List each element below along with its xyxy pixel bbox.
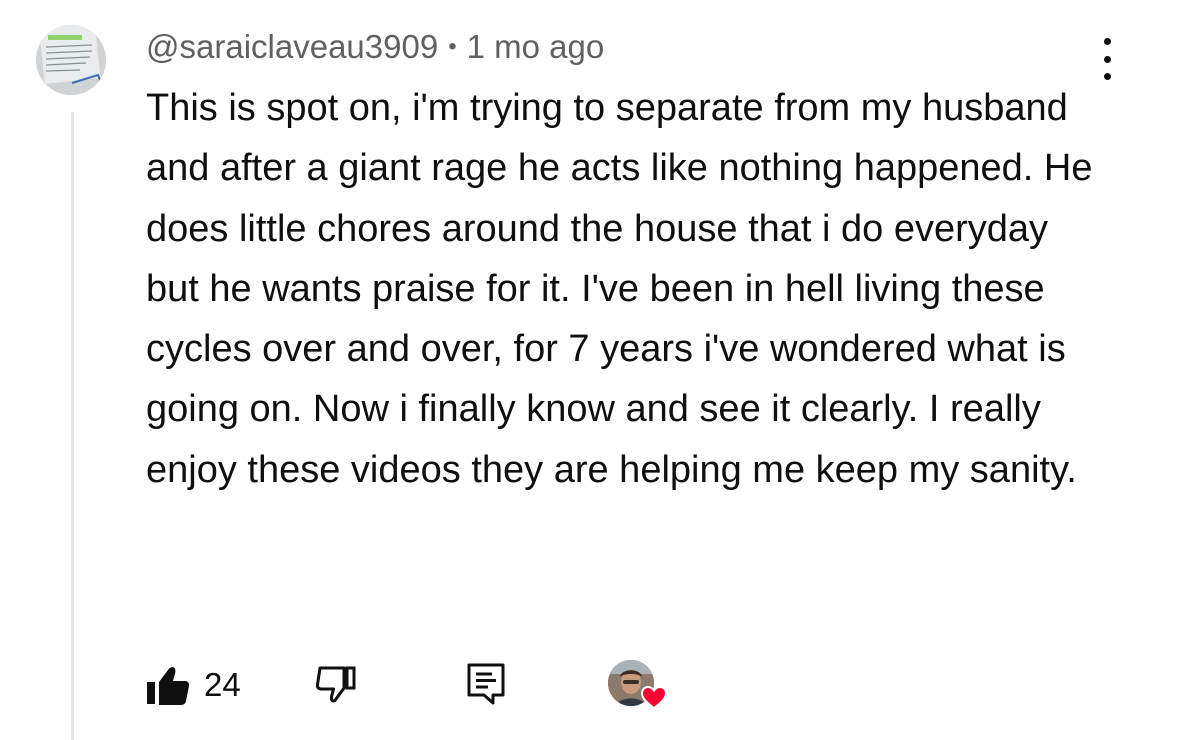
author-avatar[interactable] <box>36 25 106 95</box>
like-count: 24 <box>204 666 241 703</box>
meta-separator: • <box>448 33 457 60</box>
more-vertical-icon[interactable] <box>1092 38 1122 80</box>
creator-heart-icon <box>640 685 668 710</box>
comment-meta: @saraiclaveau3909 • 1 mo ago <box>146 28 604 66</box>
thumbs-down-outline-icon <box>315 666 356 703</box>
comment-timestamp: 1 mo ago <box>466 28 605 65</box>
like-button[interactable]: 24 <box>146 664 241 706</box>
comment-text: This is spot on, i'm trying to separate … <box>146 87 1093 491</box>
reply-comment-icon <box>467 663 505 705</box>
creator-heart-badge <box>608 660 670 716</box>
thread-line <box>71 112 74 740</box>
dislike-button[interactable] <box>314 663 360 712</box>
author-handle[interactable]: @saraiclaveau3909 <box>146 28 438 65</box>
reply-button[interactable] <box>466 662 506 711</box>
comment-actions: 24 <box>146 660 706 712</box>
thumbs-up-filled-icon <box>147 666 190 705</box>
